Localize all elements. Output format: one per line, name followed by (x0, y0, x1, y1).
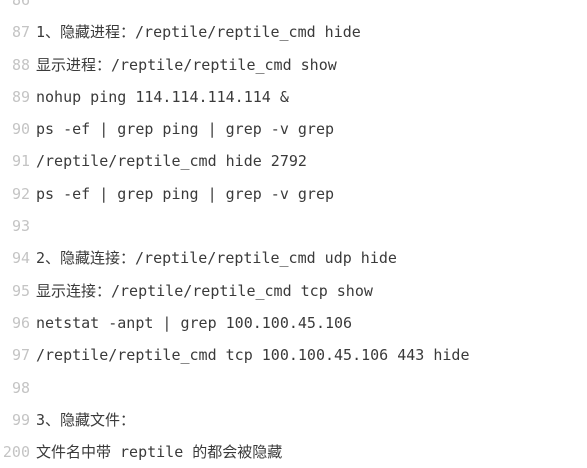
line-number: 94 (11, 249, 30, 268)
code-line[interactable]: 99 3、隐藏文件： (0, 404, 587, 436)
code-line[interactable]: 94 2、隐藏连接：/reptile/reptile_cmd udp hide (0, 242, 587, 274)
code-line[interactable]: 87 1、隐藏进程：/reptile/reptile_cmd hide (0, 16, 587, 48)
code-line[interactable]: 91/reptile/reptile_cmd hide 2792 (0, 145, 587, 177)
code-text[interactable]: 1、隐藏进程：/reptile/reptile_cmd hide (34, 16, 361, 48)
code-line[interactable]: 97/reptile/reptile_cmd tcp 100.100.45.10… (0, 339, 587, 371)
line-number: 97 (11, 346, 30, 365)
code-line[interactable]: 96 netstat -anpt | grep 100.100.45.106 (0, 307, 587, 339)
code-line[interactable]: 98 (0, 372, 587, 404)
code-line[interactable]: 93 (0, 210, 587, 242)
line-number: 90 (11, 120, 30, 139)
line-number: 91 (11, 152, 30, 171)
code-text[interactable]: netstat -anpt | grep 100.100.45.106 (34, 307, 352, 339)
code-line[interactable]: 89 nohup ping 114.114.114.114 & (0, 81, 587, 113)
line-number: 93 (11, 217, 30, 236)
code-text[interactable]: 2、隐藏连接：/reptile/reptile_cmd udp hide (34, 242, 397, 274)
line-number: 89 (11, 87, 30, 106)
code-text[interactable]: 显示进程：/reptile/reptile_cmd show (34, 49, 337, 81)
code-text[interactable]: nohup ping 114.114.114.114 & (34, 81, 289, 113)
code-text[interactable]: /reptile/reptile_cmd tcp 100.100.45.106 … (34, 339, 469, 371)
code-text[interactable]: 文件名中带 reptile 的都会被隐藏 (34, 436, 282, 468)
code-text[interactable]: 3、隐藏文件： (34, 404, 135, 436)
line-number: 96 (11, 313, 30, 332)
code-text[interactable]: 显示连接：/reptile/reptile_cmd tcp show (34, 275, 373, 307)
code-text[interactable]: ps -ef | grep ping | grep -v grep (34, 113, 334, 145)
code-line[interactable]: 92 ps -ef | grep ping | grep -v grep (0, 178, 587, 210)
line-number: 98 (11, 378, 30, 397)
code-editor[interactable]: 86 87 1、隐藏进程：/reptile/reptile_cmd hide 88… (0, 0, 587, 468)
code-line[interactable]: 88 显示进程：/reptile/reptile_cmd show (0, 49, 587, 81)
line-number: 99 (11, 410, 30, 429)
line-number: 95 (11, 281, 30, 300)
code-line[interactable]: 90 ps -ef | grep ping | grep -v grep (0, 113, 587, 145)
line-number: 92 (11, 184, 30, 203)
code-line[interactable]: 95 显示连接：/reptile/reptile_cmd tcp show (0, 275, 587, 307)
line-number: 88 (11, 55, 30, 74)
line-number: 87 (11, 23, 30, 42)
code-text[interactable]: /reptile/reptile_cmd hide 2792 (34, 145, 307, 177)
code-text[interactable]: ps -ef | grep ping | grep -v grep (34, 178, 334, 210)
code-line[interactable]: 86 (0, 0, 587, 16)
code-line[interactable]: 200 文件名中带 reptile 的都会被隐藏 (0, 436, 587, 468)
line-number: 200 (2, 443, 30, 462)
line-number: 86 (11, 0, 30, 9)
